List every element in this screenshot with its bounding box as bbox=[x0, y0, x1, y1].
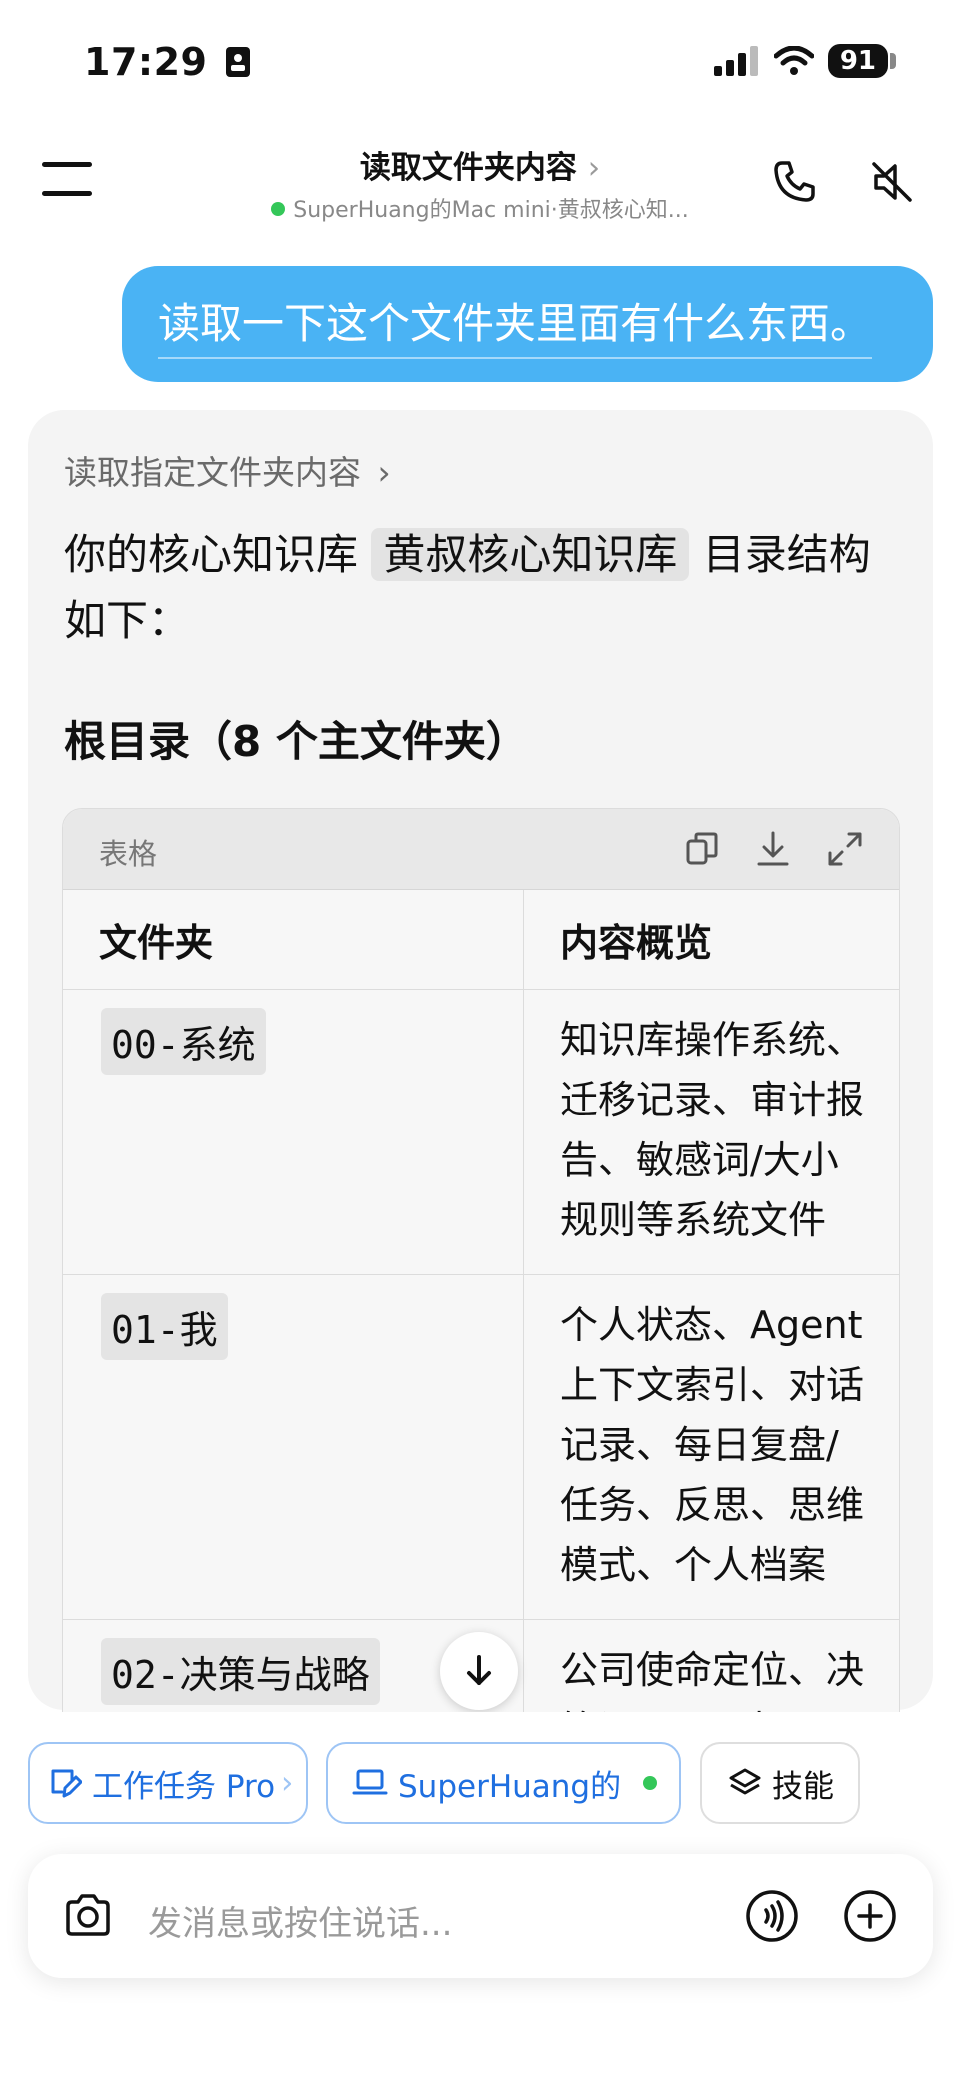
tool-call-label: 读取指定文件夹内容 bbox=[64, 453, 361, 492]
table-label: 表格 bbox=[99, 837, 158, 871]
conversation-title-text: 读取文件夹内容 bbox=[359, 150, 577, 186]
skills-label: 技能 bbox=[772, 1768, 834, 1805]
folder-cell: 00-系统 bbox=[63, 989, 524, 1275]
voice-icon[interactable] bbox=[744, 1888, 800, 1944]
status-icons: 91 bbox=[713, 44, 896, 78]
arrow-down-icon bbox=[467, 1655, 491, 1685]
inline-code: 黄叔核心知识库 bbox=[371, 528, 690, 581]
task-mode-chip[interactable]: 工作任务 Pro › bbox=[28, 1742, 308, 1824]
battery-tip bbox=[890, 53, 896, 69]
overview-cell: 知识库操作系统、迁移记录、审计报告、敏感词/大小规则等系统文件 bbox=[523, 989, 899, 1275]
title-chevron-icon: › bbox=[587, 150, 601, 186]
section-heading: 根目录（8 个主文件夹） bbox=[64, 717, 528, 766]
task-chevron-icon: › bbox=[281, 1765, 294, 1801]
user-message-text: 读取一下这个文件夹里面有什么东西。 bbox=[158, 290, 873, 359]
device-label: SuperHuang的 bbox=[398, 1768, 622, 1805]
table-row: 00-系统 知识库操作系统、迁移记录、审计报告、敏感词/大小规则等系统文件 bbox=[63, 989, 899, 1275]
user-message-bubble: 读取一下这个文件夹里面有什么东西。 bbox=[122, 266, 933, 382]
task-mode-label: 工作任务 Pro bbox=[92, 1768, 276, 1805]
mute-icon[interactable] bbox=[868, 158, 916, 206]
id-card-icon bbox=[226, 47, 251, 77]
column-header-folder: 文件夹 bbox=[63, 890, 524, 990]
copy-icon[interactable] bbox=[683, 829, 723, 869]
folder-name: 01-我 bbox=[101, 1293, 228, 1360]
table-toolbar: 表格 bbox=[63, 809, 899, 890]
folder-name: 00-系统 bbox=[101, 1008, 266, 1075]
folder-table-grid: 文件夹 内容概览 00-系统 知识库操作系统、迁移记录、审计报告、敏感词/大小规… bbox=[63, 890, 899, 1729]
expand-icon[interactable] bbox=[825, 829, 865, 869]
table-header-row: 文件夹 内容概览 bbox=[63, 890, 899, 990]
message-input[interactable]: 发消息或按住说话... bbox=[148, 1896, 452, 1945]
signal-icon bbox=[713, 46, 758, 76]
device-chip[interactable]: SuperHuang的 bbox=[326, 1742, 681, 1824]
skills-chip[interactable]: 技能 bbox=[700, 1742, 860, 1824]
task-icon bbox=[51, 1769, 82, 1798]
intro-text-pre: 你的核心知识库 bbox=[64, 530, 372, 579]
layers-icon bbox=[729, 1768, 761, 1795]
camera-icon[interactable] bbox=[60, 1888, 116, 1944]
download-icon[interactable] bbox=[753, 829, 793, 869]
status-time: 17:29 bbox=[84, 40, 251, 84]
folder-name: 02-决策与战略 bbox=[101, 1638, 380, 1705]
laptop-icon bbox=[352, 1769, 388, 1795]
device-subtitle: SuperHuang的Mac mini·黄叔核心知... bbox=[293, 198, 689, 223]
tool-call-summary[interactable]: 读取指定文件夹内容 › bbox=[64, 446, 391, 494]
online-dot bbox=[271, 202, 286, 216]
device-online-dot bbox=[643, 1776, 658, 1790]
folder-table: 表格 文件夹 内容概览 00-系统 知识库操作系统、迁移记录、审计报告、敏感词/… bbox=[62, 808, 900, 1730]
chevron-right-icon: › bbox=[377, 453, 391, 492]
battery-level: 91 bbox=[827, 44, 888, 78]
folder-cell: 01-我 bbox=[63, 1274, 524, 1620]
plus-icon[interactable] bbox=[842, 1888, 898, 1944]
overview-cell: 个人状态、Agent 上下文索引、对话记录、每日复盘/任务、反思、思维模式、个人… bbox=[523, 1274, 899, 1620]
scroll-to-bottom-button[interactable] bbox=[440, 1632, 518, 1710]
assistant-intro: 你的核心知识库 黄叔核心知识库 目录结构如下： bbox=[64, 522, 904, 654]
status-time-text: 17:29 bbox=[84, 40, 208, 84]
table-row: 01-我 个人状态、Agent 上下文索引、对话记录、每日复盘/任务、反思、思维… bbox=[63, 1274, 899, 1620]
column-header-overview: 内容概览 bbox=[523, 890, 899, 990]
phone-icon[interactable] bbox=[770, 158, 818, 206]
wifi-icon bbox=[773, 46, 814, 75]
